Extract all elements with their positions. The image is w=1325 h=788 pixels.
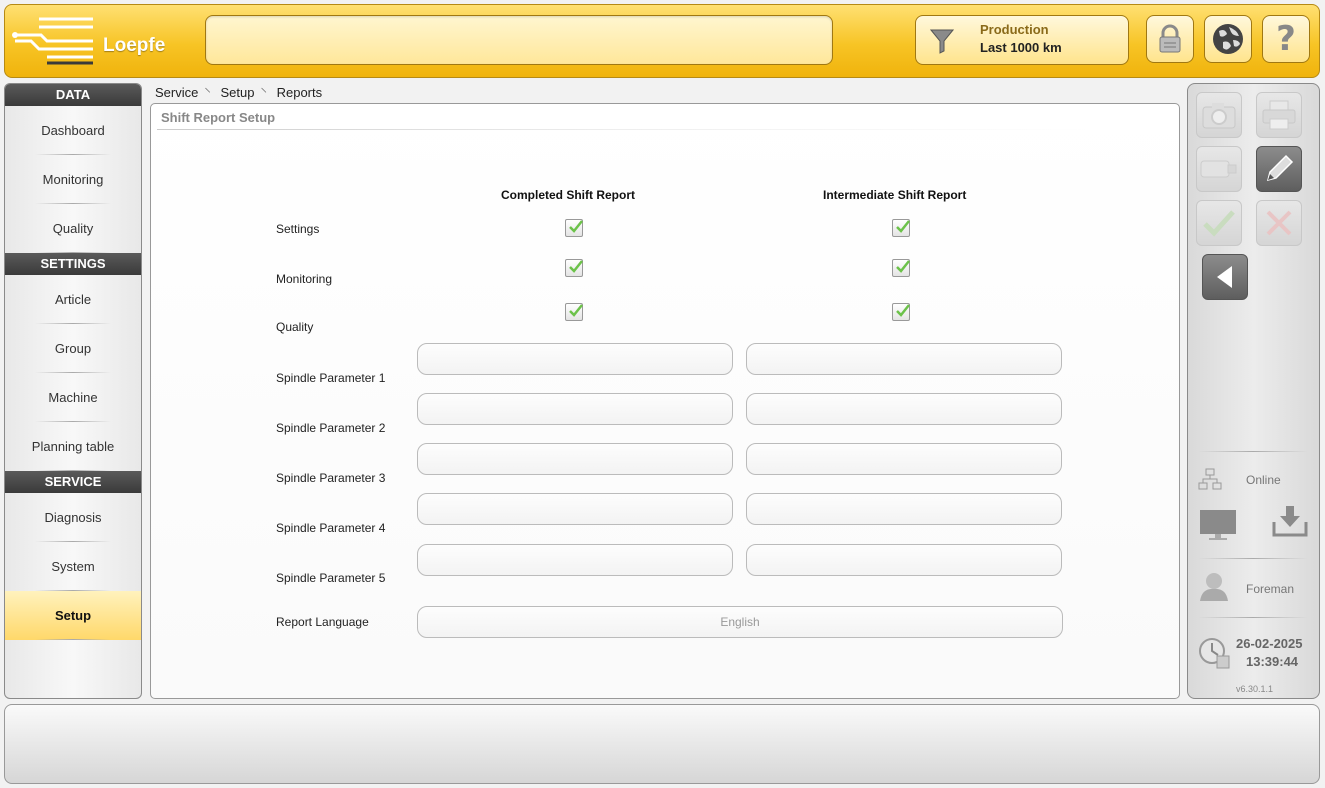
- cancel-button[interactable]: [1256, 200, 1302, 246]
- sidebar-item-quality[interactable]: Quality: [5, 204, 141, 253]
- globe-icon: [1213, 24, 1243, 54]
- checkmark-icon: [569, 260, 583, 273]
- row-label-spindle-parameter-3: Spindle Parameter 3: [276, 471, 386, 485]
- lock-button[interactable]: [1146, 15, 1194, 63]
- print-button[interactable]: [1256, 92, 1302, 138]
- current-time: 13:39:44: [1246, 654, 1299, 669]
- spindle-parameter-2-completed-input[interactable]: [417, 393, 733, 425]
- breadcrumb-service[interactable]: Service: [155, 85, 198, 100]
- screenshot-button[interactable]: [1196, 92, 1242, 138]
- sidebar-section-settings: SETTINGS: [5, 253, 141, 275]
- quality-intermediate-checkbox[interactable]: [892, 303, 910, 321]
- production-filter-button[interactable]: Production Last 1000 km: [915, 15, 1129, 65]
- current-date: 26-02-2025: [1236, 636, 1303, 651]
- row-label-report-language: Report Language: [276, 615, 369, 629]
- sidebar-item-machine[interactable]: Machine: [5, 373, 141, 422]
- divider: [1198, 451, 1308, 452]
- right-toolbar: Online Foreman 26-02-2025 13:39:44 v6.30…: [1187, 83, 1320, 699]
- close-icon: [1266, 210, 1292, 236]
- breadcrumb: Service ⸌ Setup ⸌ Reports: [155, 85, 323, 100]
- lock-icon: [1159, 24, 1181, 53]
- row-label-spindle-parameter-5: Spindle Parameter 5: [276, 571, 386, 585]
- clock-calendar-icon: [1199, 638, 1230, 669]
- spindle-parameter-4-completed-input[interactable]: [417, 493, 733, 525]
- column-header-intermediate: Intermediate Shift Report: [823, 188, 967, 202]
- page-title: Shift Report Setup: [161, 110, 276, 125]
- divider: [1198, 558, 1308, 559]
- printer-icon: [1262, 100, 1296, 130]
- row-label-quality: Quality: [276, 320, 314, 334]
- back-button[interactable]: [1202, 254, 1248, 300]
- connection-status: Online: [1246, 473, 1281, 487]
- spindle-parameter-4-intermediate-input[interactable]: [746, 493, 1062, 525]
- user-role: Foreman: [1246, 582, 1295, 596]
- edit-button[interactable]: [1256, 146, 1302, 192]
- sidebar: DATA Dashboard Monitoring Quality SETTIN…: [4, 83, 142, 699]
- row-label-settings: Settings: [276, 222, 320, 236]
- sidebar-section-service: SERVICE: [5, 471, 141, 493]
- version-label: v6.30.1.1: [1236, 684, 1274, 694]
- camera-icon: [1202, 103, 1236, 129]
- sidebar-item-setup[interactable]: Setup: [5, 591, 141, 640]
- sidebar-item-monitoring[interactable]: Monitoring: [5, 155, 141, 204]
- sidebar-item-system[interactable]: System: [5, 542, 141, 591]
- quality-completed-checkbox[interactable]: [565, 303, 583, 321]
- usb-icon: [1200, 160, 1237, 178]
- spindle-parameter-5-completed-input[interactable]: [417, 544, 733, 576]
- help-icon: ?: [1276, 19, 1296, 59]
- sidebar-item-planning-table[interactable]: Planning table: [5, 422, 141, 471]
- title-divider: [157, 129, 1087, 130]
- row-label-spindle-parameter-4: Spindle Parameter 4: [276, 521, 386, 535]
- message-field[interactable]: [205, 15, 833, 65]
- filter-mode-label: Production: [980, 22, 1049, 37]
- sidebar-item-article[interactable]: Article: [5, 275, 141, 324]
- row-label-spindle-parameter-2: Spindle Parameter 2: [276, 421, 386, 435]
- checkmark-icon: [896, 304, 910, 317]
- spindle-parameter-1-completed-input[interactable]: [417, 343, 733, 375]
- spindle-parameter-5-intermediate-input[interactable]: [746, 544, 1062, 576]
- checkmark-icon: [896, 220, 910, 233]
- sidebar-item-diagnosis[interactable]: Diagnosis: [5, 493, 141, 542]
- checkmark-icon: [896, 260, 910, 273]
- checkmark-icon: [569, 220, 583, 233]
- loepfe-logo: Loepfe: [11, 13, 191, 69]
- divider: [1198, 617, 1308, 618]
- filter-funnel-icon: [930, 29, 954, 54]
- download-icon[interactable]: [1272, 504, 1308, 538]
- row-label-spindle-parameter-1: Spindle Parameter 1: [276, 371, 386, 385]
- shift-report-setup-panel: Shift Report Setup Completed Shift Repor…: [150, 103, 1180, 699]
- sidebar-item-group[interactable]: Group: [5, 324, 141, 373]
- monitor-icon[interactable]: [1198, 508, 1238, 542]
- spindle-parameter-3-completed-input[interactable]: [417, 443, 733, 475]
- report-language-select[interactable]: English: [417, 606, 1063, 638]
- help-button[interactable]: ?: [1262, 15, 1310, 63]
- spindle-parameter-1-intermediate-input[interactable]: [746, 343, 1062, 375]
- pencil-icon: [1266, 154, 1294, 182]
- user-icon: [1200, 573, 1228, 601]
- spindle-parameter-2-intermediate-input[interactable]: [746, 393, 1062, 425]
- language-button[interactable]: [1204, 15, 1252, 63]
- logo-lines-icon: [12, 17, 93, 65]
- sidebar-item-dashboard[interactable]: Dashboard: [5, 106, 141, 155]
- bottom-status-bar: [4, 704, 1320, 784]
- monitoring-completed-checkbox[interactable]: [565, 259, 583, 277]
- network-icon: [1198, 468, 1222, 490]
- sidebar-section-data: DATA: [5, 84, 141, 106]
- breadcrumb-reports: Reports: [276, 85, 323, 100]
- breadcrumb-setup[interactable]: Setup: [220, 85, 254, 100]
- top-bar: Loepfe Production Last 1000 km ?: [4, 4, 1320, 78]
- checkmark-icon: [569, 304, 583, 317]
- confirm-button[interactable]: [1196, 200, 1242, 246]
- logo-text: Loepfe: [103, 35, 166, 56]
- filter-range-label: Last 1000 km: [980, 40, 1062, 55]
- spindle-parameter-3-intermediate-input[interactable]: [746, 443, 1062, 475]
- settings-completed-checkbox[interactable]: [565, 219, 583, 237]
- column-header-completed: Completed Shift Report: [501, 188, 635, 202]
- monitoring-intermediate-checkbox[interactable]: [892, 259, 910, 277]
- row-label-monitoring: Monitoring: [276, 272, 333, 286]
- usb-export-button[interactable]: [1196, 146, 1242, 192]
- checkmark-icon: [1203, 210, 1235, 237]
- back-arrow-icon: [1217, 266, 1232, 288]
- settings-intermediate-checkbox[interactable]: [892, 219, 910, 237]
